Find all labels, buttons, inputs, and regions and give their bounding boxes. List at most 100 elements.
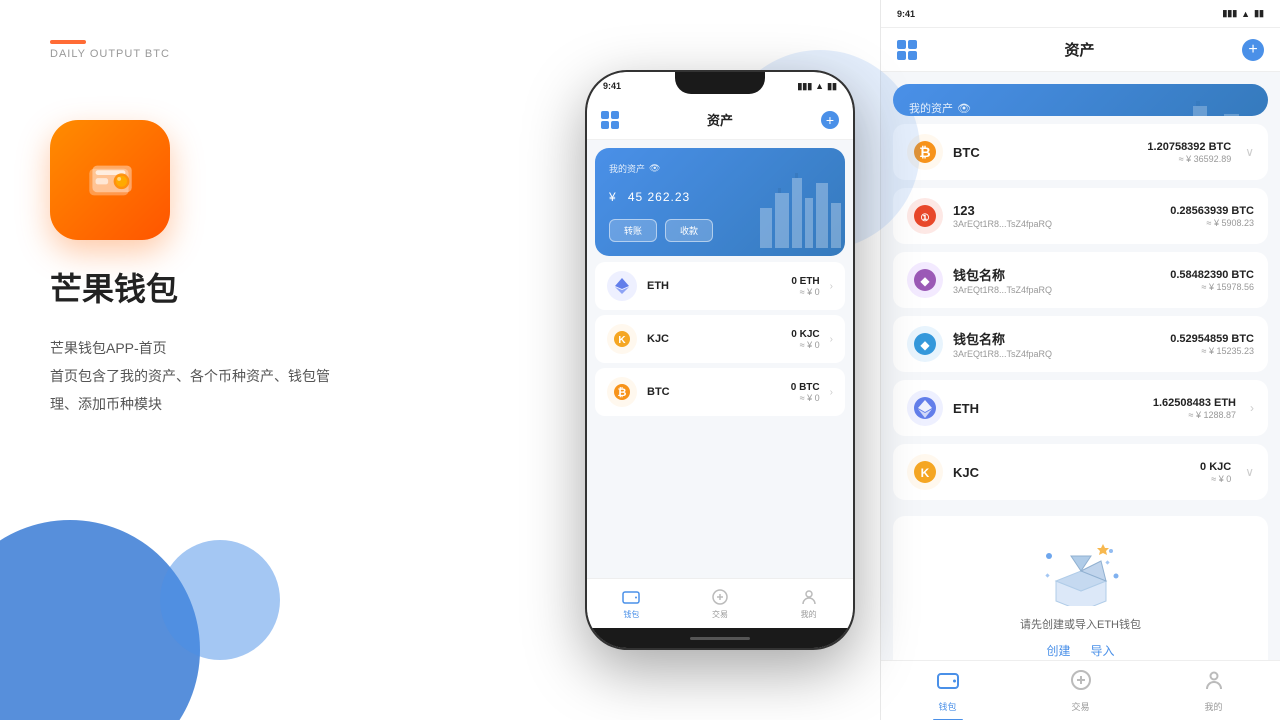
btc-icon: ₿ <box>607 377 637 407</box>
app-description: 芒果钱包APP-首页 首页包含了我的资产、各个币种资产、钱包管 理、添加币种模块 <box>50 334 510 418</box>
right-coin-wallet1[interactable]: ◆ 钱包名称 3ArEQt1R8...TsZ4fpaRQ 0.58482390 … <box>893 252 1268 308</box>
right-eth-icon <box>907 390 943 426</box>
phone-asset-label: 我的资产 👁 <box>609 162 831 175</box>
phone-shell: 9:41 ▮▮▮ ▲ ▮▮ 资产 + <box>585 70 855 650</box>
phone-status-icons: ▮▮▮ ▲ ▮▮ <box>797 81 837 92</box>
right-123-icon: ① <box>907 198 943 234</box>
right-wallet1-balance: 0.58482390 BTC ≈ ¥ 15978.56 <box>1170 269 1254 292</box>
right-nav-mine[interactable]: 我的 <box>1203 669 1225 713</box>
right-coin-kjc[interactable]: K KJC 0 KJC ≈ ¥ 0 ∨ <box>893 444 1268 500</box>
right-add-icon[interactable]: + <box>1242 39 1264 61</box>
right-kjc-arrow: ∨ <box>1245 465 1254 479</box>
svg-text:◆: ◆ <box>920 274 930 288</box>
accent-bar <box>50 40 86 44</box>
left-panel: DAILY OUTPUT BTC 芒果钱包 芒果钱包APP-首页 首页包含了我的… <box>0 0 560 720</box>
mine-nav-icon <box>799 587 819 607</box>
right-nav-wallet[interactable]: 钱包 <box>937 669 959 713</box>
right-status-bar: 9:41 ▮▮▮ ▲ ▮▮ <box>881 0 1280 28</box>
phone-mockup-container: 9:41 ▮▮▮ ▲ ▮▮ 资产 + <box>560 0 880 720</box>
right-nav: 资产 + <box>881 28 1280 72</box>
kjc-name: KJC <box>647 333 781 345</box>
svg-text:K: K <box>618 335 626 346</box>
eth-wallet-prompt: 请先创建或导入ETH钱包 创建 导入 <box>893 516 1268 660</box>
right-kjc-balance: 0 KJC ≈ ¥ 0 <box>1200 461 1231 484</box>
right-nav-title: 资产 <box>1064 39 1094 60</box>
kjc-balance: 0 KJC ≈ ¥ 0 <box>791 329 819 350</box>
eth-prompt-links: 创建 导入 <box>913 642 1248 659</box>
right-trade-icon <box>1070 669 1092 697</box>
right-kjc-info: KJC <box>953 465 1190 480</box>
subtitle-top: DAILY OUTPUT BTC <box>50 48 510 60</box>
phone-coin-kjc[interactable]: K KJC 0 KJC ≈ ¥ 0 › <box>595 315 845 363</box>
eth-import-btn[interactable]: 导入 <box>1091 642 1115 659</box>
eth-icon <box>607 271 637 301</box>
right-time: 9:41 <box>897 9 915 19</box>
right-coin-btc[interactable]: ₿ BTC 1.20758392 BTC ≈ ¥ 36592.89 ∨ <box>893 124 1268 180</box>
svg-text:₿: ₿ <box>919 144 930 160</box>
phone-coin-list: ETH 0 ETH ≈ ¥ 0 › K KJC <box>595 262 845 570</box>
phone-nav-wallet-label: 钱包 <box>623 609 639 620</box>
svg-text:K: K <box>921 466 930 480</box>
blue-blob2 <box>160 540 280 660</box>
app-title: 芒果钱包 <box>50 264 510 310</box>
btc-name: BTC <box>647 386 781 398</box>
phone-coin-btc[interactable]: ₿ BTC 0 BTC ≈ ¥ 0 › <box>595 368 845 416</box>
right-nav-mine-label: 我的 <box>1204 700 1222 713</box>
right-asset-label: 我的资产 👁 <box>909 100 1252 116</box>
right-asset-card: 我的资产 👁 ¥ 45 262.23 转账 收款 <box>893 84 1268 116</box>
phone-nav-title: 资产 <box>707 110 733 129</box>
right-wallet1-info: 钱包名称 3ArEQt1R8...TsZ4fpaRQ <box>953 265 1160 295</box>
right-mine-icon <box>1203 669 1225 697</box>
phone-nav-trade[interactable]: 交易 <box>710 587 730 620</box>
phone-nav-mine[interactable]: 我的 <box>799 587 819 620</box>
right-status-icons: ▮▮▮ ▲ ▮▮ <box>1222 8 1264 19</box>
right-coin-eth[interactable]: ETH 1.62508483 ETH ≈ ¥ 1288.87 › <box>893 380 1268 436</box>
right-coin-123[interactable]: ① 123 3ArEQt1R8...TsZ4fpaRQ 0.28563939 B… <box>893 188 1268 244</box>
trade-nav-icon <box>710 587 730 607</box>
phone-content: 我的资产 👁 ¥ 45 262.23 转账 收款 <box>587 140 853 578</box>
right-coin-wallet2[interactable]: ◆ 钱包名称 3ArEQt1R8...TsZ4fpaRQ 0.52954859 … <box>893 316 1268 372</box>
right-bottom-nav: 钱包 交易 我的 <box>881 660 1280 720</box>
phone-nav-trade-label: 交易 <box>712 609 728 620</box>
eth-balance: 0 ETH ≈ ¥ 0 <box>791 276 819 297</box>
right-eth-balance: 1.62508483 ETH ≈ ¥ 1288.87 <box>1153 397 1236 420</box>
right-eth-arrow: › <box>1250 401 1254 415</box>
right-eye-icon: 👁 <box>957 102 971 115</box>
phone-notch <box>675 72 765 94</box>
kjc-arrow: › <box>830 334 833 345</box>
phone-transfer-btn[interactable]: 转账 <box>609 219 657 242</box>
right-wallet-icon <box>937 669 959 697</box>
right-panel: 9:41 ▮▮▮ ▲ ▮▮ 资产 + <box>880 0 1280 720</box>
phone-home-indicator <box>587 628 853 648</box>
phone-nav-wallet[interactable]: 钱包 <box>621 587 641 620</box>
app-icon <box>50 120 170 240</box>
phone-coin-eth[interactable]: ETH 0 ETH ≈ ¥ 0 › <box>595 262 845 310</box>
home-indicator-bar <box>690 637 750 640</box>
eth-name: ETH <box>647 280 781 292</box>
right-wallet2-icon: ◆ <box>907 326 943 362</box>
phone-add-icon[interactable]: + <box>821 111 839 129</box>
btc-balance: 0 BTC ≈ ¥ 0 <box>791 382 820 403</box>
eth-prompt-text: 请先创建或导入ETH钱包 <box>913 616 1248 632</box>
phone-bottom-nav: 钱包 交易 我的 <box>587 578 853 628</box>
right-btc-balance: 1.20758392 BTC ≈ ¥ 36592.89 <box>1147 141 1231 164</box>
wallet-nav-icon <box>621 587 641 607</box>
eth-prompt-illustration <box>913 536 1248 606</box>
right-wallet2-balance: 0.52954859 BTC ≈ ¥ 15235.23 <box>1170 333 1254 356</box>
svg-text:◆: ◆ <box>920 338 930 352</box>
right-123-info: 123 3ArEQt1R8...TsZ4fpaRQ <box>953 203 1160 229</box>
eye-icon: 👁 <box>649 163 660 174</box>
right-nav-grid-icon[interactable] <box>897 40 917 60</box>
right-nav-trade[interactable]: 交易 <box>1070 669 1092 713</box>
right-content: 我的资产 👁 ¥ 45 262.23 转账 收款 ₿ BTC 1.2075839… <box>881 72 1280 660</box>
right-nav-wallet-label: 钱包 <box>938 700 956 713</box>
right-nav-trade-label: 交易 <box>1071 700 1089 713</box>
phone-nav-bar: 资产 + <box>587 100 853 140</box>
right-wallet2-info: 钱包名称 3ArEQt1R8...TsZ4fpaRQ <box>953 329 1160 359</box>
phone-nav-grid-icon[interactable] <box>601 111 619 129</box>
eth-create-btn[interactable]: 创建 <box>1046 642 1070 659</box>
svg-text:₿: ₿ <box>618 387 627 399</box>
phone-receive-btn[interactable]: 收款 <box>665 219 713 242</box>
svg-text:①: ① <box>921 213 930 224</box>
phone-nav-mine-label: 我的 <box>801 609 817 620</box>
